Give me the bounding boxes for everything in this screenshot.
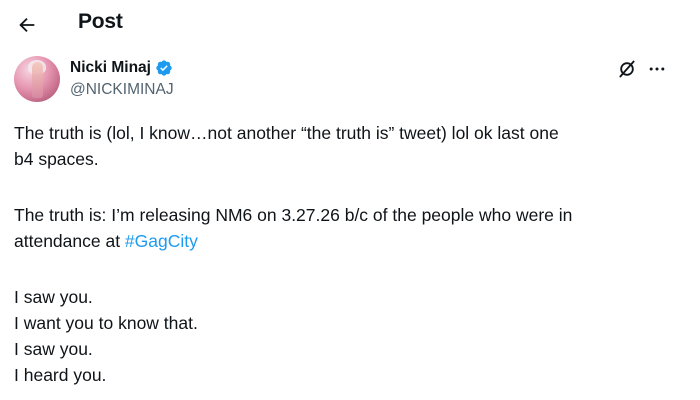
page-title: Post bbox=[78, 10, 123, 33]
author-display-name[interactable]: Nicki Minaj bbox=[70, 59, 151, 77]
verified-badge-icon bbox=[156, 60, 172, 76]
tweet-line: I heard you. bbox=[14, 365, 107, 385]
grok-button[interactable] bbox=[615, 57, 639, 81]
author-name-row: Nicki Minaj bbox=[70, 59, 173, 77]
tweet-line: The truth is: I’m releasing NM6 on 3.27.… bbox=[14, 205, 573, 225]
grok-icon bbox=[619, 60, 635, 78]
tweet-line: attendance at #GagCity bbox=[14, 228, 684, 254]
post-header: Post bbox=[0, 0, 700, 48]
tweet-line: I saw you. bbox=[14, 339, 93, 359]
arrow-left-icon bbox=[19, 17, 35, 33]
tweet-line: I want you to know that. bbox=[14, 313, 198, 333]
tweet-line: I saw you. bbox=[14, 287, 93, 307]
tweet-text-span: attendance at bbox=[14, 231, 125, 251]
avatar[interactable] bbox=[14, 56, 60, 102]
more-horizontal-icon bbox=[649, 67, 665, 71]
tweet-line: b4 spaces. bbox=[14, 149, 99, 169]
tweet-text: The truth is (lol, I know…not another “t… bbox=[14, 120, 684, 388]
back-button[interactable] bbox=[10, 8, 44, 42]
tweet-line: The truth is (lol, I know…not another “t… bbox=[14, 123, 559, 143]
avatar-figure bbox=[32, 62, 43, 98]
author-handle[interactable]: @NICKIMINAJ bbox=[70, 81, 174, 99]
hashtag-link[interactable]: #GagCity bbox=[125, 231, 198, 251]
more-button[interactable] bbox=[645, 57, 669, 81]
